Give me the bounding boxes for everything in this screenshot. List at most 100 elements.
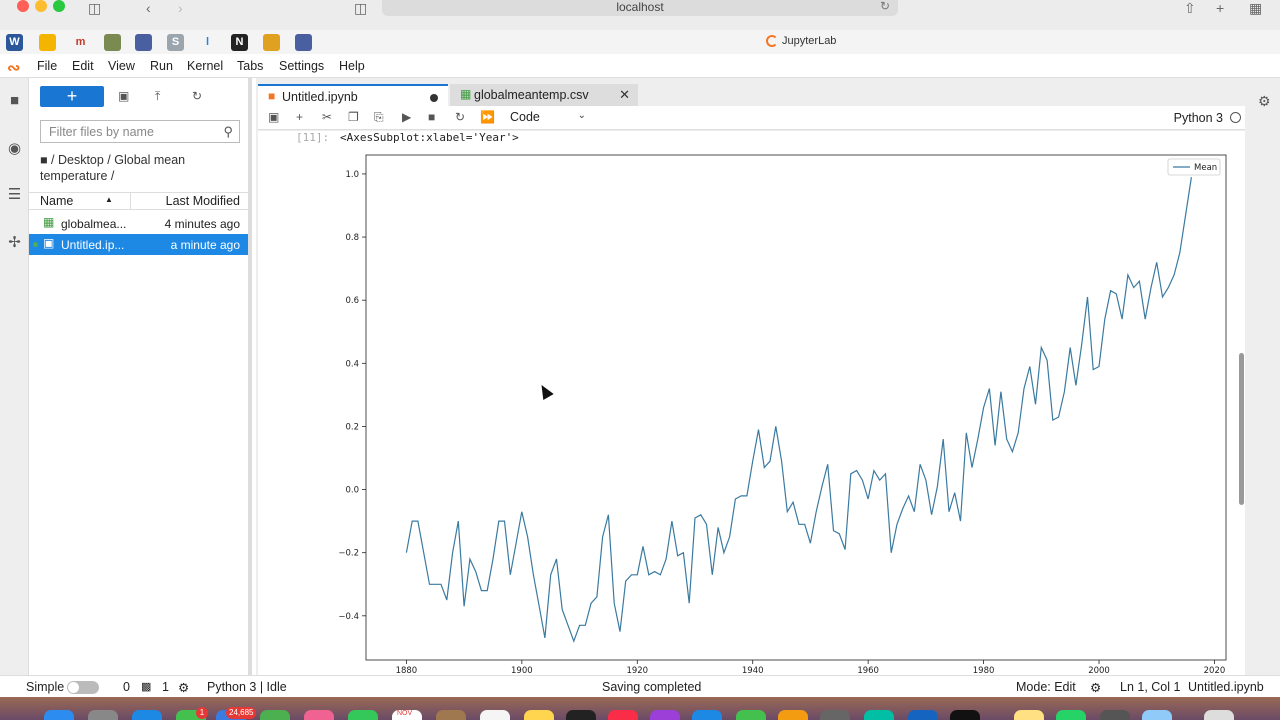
kernel-name[interactable]: Python 3: [1174, 111, 1223, 125]
y-tick-label: 1.0: [345, 170, 359, 180]
cursor-position[interactable]: Ln 1, Col 1: [1120, 680, 1180, 694]
numbers-icon[interactable]: [736, 710, 766, 720]
menu-settings[interactable]: Settings: [279, 59, 324, 73]
copy-icon[interactable]: ❐: [348, 110, 359, 124]
finder-icon[interactable]: [44, 710, 74, 720]
app-icon[interactable]: [864, 710, 894, 720]
running-icon[interactable]: ◉: [6, 140, 23, 157]
calendar-icon[interactable]: NOV: [392, 710, 422, 720]
file-row-selected[interactable]: ▣ Untitled.ip... a minute ago: [29, 234, 248, 255]
folder-dock-icon[interactable]: [1014, 710, 1044, 720]
messages-badge: 1: [196, 707, 208, 719]
scrollbar[interactable]: [1239, 353, 1244, 505]
notebook-panel[interactable]: [11]: <AxesSubplot:xlabel='Year'> −0.4 −0…: [258, 131, 1245, 675]
bookmark-icon[interactable]: [295, 34, 312, 51]
app-icon[interactable]: [436, 710, 466, 720]
restart-icon[interactable]: ↻: [455, 110, 465, 124]
table-of-contents-icon[interactable]: ☰: [6, 186, 23, 203]
unsaved-dot-icon[interactable]: [430, 94, 438, 102]
preview-icon[interactable]: [1142, 710, 1172, 720]
kernels-count[interactable]: 1: [162, 680, 169, 694]
bookmark-icon[interactable]: [135, 34, 152, 51]
save-icon[interactable]: ▣: [268, 110, 279, 124]
upload-icon[interactable]: ⤒: [155, 89, 160, 104]
folder-icon[interactable]: ■: [6, 92, 23, 109]
menu-help[interactable]: Help: [339, 59, 365, 73]
pages-icon[interactable]: [778, 710, 808, 720]
run-icon[interactable]: ▶: [402, 110, 411, 124]
settings-icon[interactable]: [820, 710, 850, 720]
zoom-window-button[interactable]: [53, 0, 65, 12]
cell-type-select[interactable]: Code ⌄: [510, 110, 586, 124]
notes-icon[interactable]: [524, 710, 554, 720]
whatsapp-icon[interactable]: [1056, 710, 1086, 720]
settings-shield-icon[interactable]: ⚙: [1090, 680, 1101, 695]
column-divider[interactable]: [130, 193, 131, 209]
breadcrumb[interactable]: ■ / Desktop / Global mean temperature /: [40, 152, 240, 184]
share-icon[interactable]: ⇧: [1184, 0, 1196, 17]
podcasts-icon[interactable]: [650, 710, 680, 720]
extensions-icon[interactable]: ✢: [6, 234, 23, 251]
bookmark-icon[interactable]: [263, 34, 280, 51]
terminals-count[interactable]: 0: [123, 680, 130, 694]
menu-tabs[interactable]: Tabs: [237, 59, 263, 73]
property-inspector-icon[interactable]: ⚙: [1258, 93, 1271, 110]
url-field[interactable]: localhost ↻: [382, 0, 898, 16]
reminders-icon[interactable]: [480, 710, 510, 720]
stop-icon[interactable]: ■: [428, 110, 435, 124]
refresh-icon[interactable]: ↻: [192, 89, 202, 103]
menu-file[interactable]: File: [37, 59, 57, 73]
slides-bookmark-icon[interactable]: [39, 34, 56, 51]
file-row[interactable]: ▦ globalmea... 4 minutes ago: [29, 213, 248, 234]
maps-icon[interactable]: [260, 710, 290, 720]
insert-cell-icon[interactable]: +: [296, 110, 303, 124]
photos-icon[interactable]: [304, 710, 334, 720]
close-window-button[interactable]: [17, 0, 29, 12]
bookmark-icon[interactable]: m: [72, 34, 89, 51]
minimize-window-button[interactable]: [35, 0, 47, 12]
music-icon[interactable]: [608, 710, 638, 720]
trash-icon[interactable]: [1204, 710, 1234, 720]
column-name[interactable]: Name: [40, 194, 73, 208]
reload-icon[interactable]: ↻: [880, 0, 890, 17]
kernel-status[interactable]: Python 3 | Idle: [207, 680, 287, 694]
bookmark-icon[interactable]: l: [199, 34, 216, 51]
word-bookmark-icon[interactable]: W: [6, 34, 23, 51]
safari-icon[interactable]: [132, 710, 162, 720]
cut-icon[interactable]: ✂: [322, 110, 332, 124]
tab-globalmeantemp-csv[interactable]: ▦ globalmeantemp.csv ✕: [450, 84, 638, 106]
bookmark-icon[interactable]: S: [167, 34, 184, 51]
menu-kernel[interactable]: Kernel: [187, 59, 223, 73]
forward-arrow-icon[interactable]: ›: [178, 0, 183, 16]
close-icon[interactable]: ✕: [619, 87, 630, 103]
back-arrow-icon[interactable]: ‹: [146, 0, 151, 16]
x-tick-label: 2000: [1088, 666, 1110, 675]
new-launcher-button[interactable]: +: [40, 86, 104, 107]
filter-files-input[interactable]: Filter files by name ⚲: [40, 120, 240, 143]
tv-icon[interactable]: [566, 710, 596, 720]
xcode-icon[interactable]: [908, 710, 938, 720]
terminal-icon: ▩: [141, 681, 152, 693]
x-tick-label: 1900: [511, 666, 533, 675]
facetime-icon[interactable]: [348, 710, 378, 720]
paste-icon[interactable]: ⎘: [374, 110, 384, 125]
menu-edit[interactable]: Edit: [72, 59, 94, 73]
app-store-icon[interactable]: [692, 710, 722, 720]
run-all-icon[interactable]: ⏩: [480, 110, 495, 124]
tab-untitled-ipynb[interactable]: ■ Untitled.ipynb: [258, 84, 448, 106]
file-browser: + ▣ ⤒ ↻ Filter files by name ⚲ ■ / Deskt…: [29, 78, 252, 675]
terminal-app-icon[interactable]: [950, 710, 980, 720]
menu-run[interactable]: Run: [150, 59, 173, 73]
launchpad-icon[interactable]: [88, 710, 118, 720]
app-icon[interactable]: [1100, 710, 1130, 720]
column-last-modified[interactable]: Last Modified: [166, 194, 240, 208]
sidebar-toggle-icon[interactable]: ◫: [88, 0, 101, 17]
new-folder-icon[interactable]: ▣: [118, 89, 129, 103]
bookmark-icon[interactable]: [104, 34, 121, 51]
simple-mode-toggle[interactable]: [67, 681, 99, 694]
new-tab-icon[interactable]: +: [1216, 0, 1224, 16]
notion-bookmark-icon[interactable]: N: [231, 34, 248, 51]
tab-overview-icon[interactable]: ▦: [1249, 0, 1262, 17]
shield-icon[interactable]: ◫: [354, 0, 367, 17]
menu-view[interactable]: View: [108, 59, 135, 73]
